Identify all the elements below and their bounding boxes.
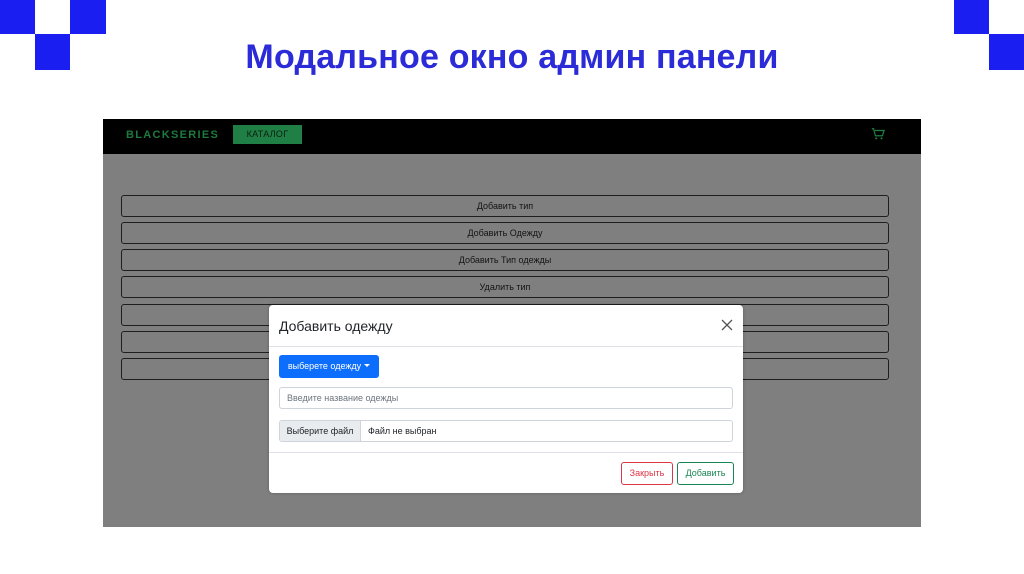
close-button[interactable]: Закрыть	[621, 462, 673, 485]
delete-type-button[interactable]: Удалить тип	[121, 276, 889, 298]
add-clothing-button[interactable]: Добавить Одежду	[121, 222, 889, 244]
navbar: BLACKSERIES КАТАЛОГ	[103, 119, 921, 154]
decorative-square	[954, 0, 989, 34]
catalog-button[interactable]: КАТАЛОГ	[233, 125, 302, 144]
add-clothing-type-button[interactable]: Добавить Тип одежды	[121, 249, 889, 271]
choose-file-button[interactable]: Выберите файл	[280, 421, 361, 441]
decorative-square	[70, 0, 106, 34]
file-input[interactable]: Выберите файл Файл не выбран	[279, 420, 733, 442]
modal-header: Добавить одежду	[269, 305, 743, 347]
modal-title: Добавить одежду	[279, 318, 393, 334]
slide-title: Модальное окно админ панели	[245, 38, 779, 76]
close-icon[interactable]	[721, 319, 733, 331]
chevron-down-icon	[364, 364, 371, 367]
clothing-name-input[interactable]: Введите название одежды	[279, 387, 733, 409]
brand-logo[interactable]: BLACKSERIES	[126, 129, 219, 141]
add-button[interactable]: Добавить	[677, 462, 734, 485]
dropdown-label: выберете одежду	[287, 361, 362, 371]
decorative-square	[0, 0, 35, 34]
add-clothing-modal: Добавить одежду выберете одежду Введите …	[269, 305, 743, 493]
modal-footer: Закрыть Добавить	[269, 452, 743, 494]
add-type-button[interactable]: Добавить тип	[121, 195, 889, 217]
clothing-dropdown[interactable]: выберете одежду	[279, 355, 379, 378]
file-status: Файл не выбран	[368, 426, 437, 436]
cart-icon[interactable]	[871, 127, 885, 141]
